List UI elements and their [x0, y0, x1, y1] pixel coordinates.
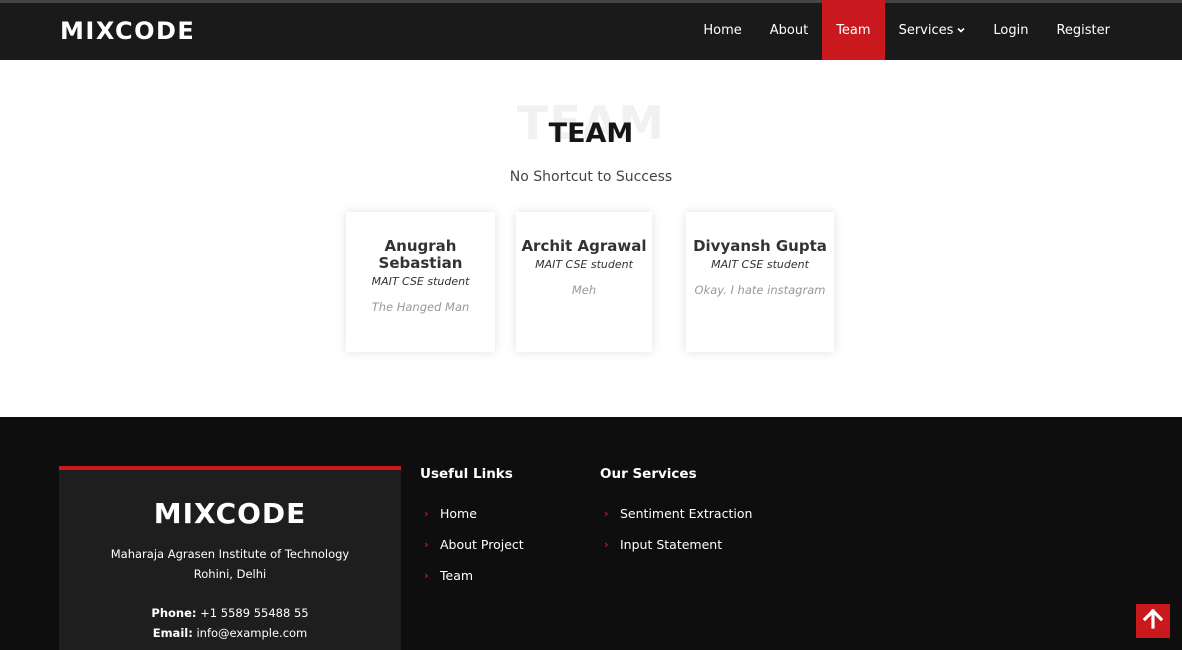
nav-register-label: Register	[1056, 22, 1110, 38]
arrow-up-icon	[1142, 608, 1164, 634]
member-name: Anugrah Sebastian	[378, 237, 463, 272]
chevron-right-icon: ›	[424, 538, 429, 551]
footer-email: Email: info@example.com	[59, 623, 401, 643]
nav-services[interactable]: Services	[885, 0, 980, 60]
footer-link-label: Sentiment Extraction	[620, 506, 753, 521]
footer-link-label: Home	[440, 506, 477, 521]
nav-login[interactable]: Login	[979, 0, 1042, 60]
footer-address-line2: Rohini, Delhi	[193, 567, 267, 581]
member-name: Archit Agrawal	[521, 237, 647, 255]
phone-value: +1 5589 55488 55	[200, 606, 309, 620]
services-title: Our Services	[600, 466, 697, 482]
footer-link-sentiment-extraction[interactable]: › Sentiment Extraction	[600, 498, 752, 529]
site-logo[interactable]: MIXCODE	[60, 17, 195, 45]
member-name: Divyansh Gupta	[693, 237, 827, 255]
chevron-right-icon: ›	[424, 507, 429, 520]
chevron-down-icon	[957, 26, 965, 35]
email-value[interactable]: info@example.com	[196, 626, 307, 640]
footer-link-input-statement[interactable]: › Input Statement	[600, 529, 752, 560]
nav-team[interactable]: Team	[822, 0, 885, 60]
nav-about[interactable]: About	[756, 0, 822, 60]
member-role: MAIT CSE student	[711, 258, 809, 271]
site-header: MIXCODE Home About Team Services Login R…	[0, 0, 1182, 60]
chevron-right-icon: ›	[604, 507, 609, 520]
footer-link-home[interactable]: › Home	[420, 498, 524, 529]
nav-team-label: Team	[836, 22, 871, 38]
email-label: Email:	[152, 626, 193, 640]
member-quote: Okay. I hate instagram	[694, 283, 826, 297]
nav-home-label: Home	[703, 22, 742, 38]
footer-link-about-project[interactable]: › About Project	[420, 529, 524, 560]
nav-home[interactable]: Home	[689, 0, 755, 60]
footer-address-line1: Maharaja Agrasen Institute of Technology	[110, 547, 350, 561]
useful-links-title: Useful Links	[420, 466, 513, 482]
footer-logo: MIXCODE	[153, 497, 307, 530]
footer-info-card: MIXCODE Maharaja Agrasen Institute of Te…	[59, 466, 401, 650]
member-quote: Meh	[571, 283, 597, 297]
main-nav: Home About Team Services Login Register	[689, 0, 1124, 60]
footer-link-label: Input Statement	[620, 537, 723, 552]
member-role: MAIT CSE student	[535, 258, 633, 271]
footer-link-team[interactable]: › Team	[420, 560, 524, 591]
back-to-top-button[interactable]	[1136, 604, 1170, 638]
footer-services: Our Services › Sentiment Extraction › In…	[600, 466, 752, 560]
nav-services-label: Services	[898, 22, 954, 38]
footer-useful-links: Useful Links › Home › About Project › Te…	[420, 466, 524, 591]
footer-link-label: Team	[440, 568, 474, 583]
footer-link-label: About Project	[440, 537, 524, 552]
chevron-right-icon: ›	[424, 569, 429, 582]
team-member-card: Archit Agrawal MAIT CSE student Meh	[516, 212, 652, 352]
site-footer: MIXCODE Maharaja Agrasen Institute of Te…	[0, 417, 1182, 650]
team-member-card: Anugrah Sebastian MAIT CSE student The H…	[346, 212, 495, 352]
section-subtitle: No Shortcut to Success	[509, 169, 673, 185]
nav-register[interactable]: Register	[1042, 0, 1124, 60]
nav-about-label: About	[769, 22, 809, 38]
chevron-right-icon: ›	[604, 538, 609, 551]
member-role: MAIT CSE student	[371, 275, 470, 288]
member-quote: The Hanged Man	[371, 300, 470, 314]
footer-phone: Phone: +1 5589 55488 55	[59, 603, 401, 623]
nav-login-label: Login	[993, 22, 1029, 38]
team-member-card: Divyansh Gupta MAIT CSE student Okay. I …	[686, 212, 834, 352]
section-title: TEAM	[548, 118, 634, 149]
phone-label: Phone:	[151, 606, 197, 620]
